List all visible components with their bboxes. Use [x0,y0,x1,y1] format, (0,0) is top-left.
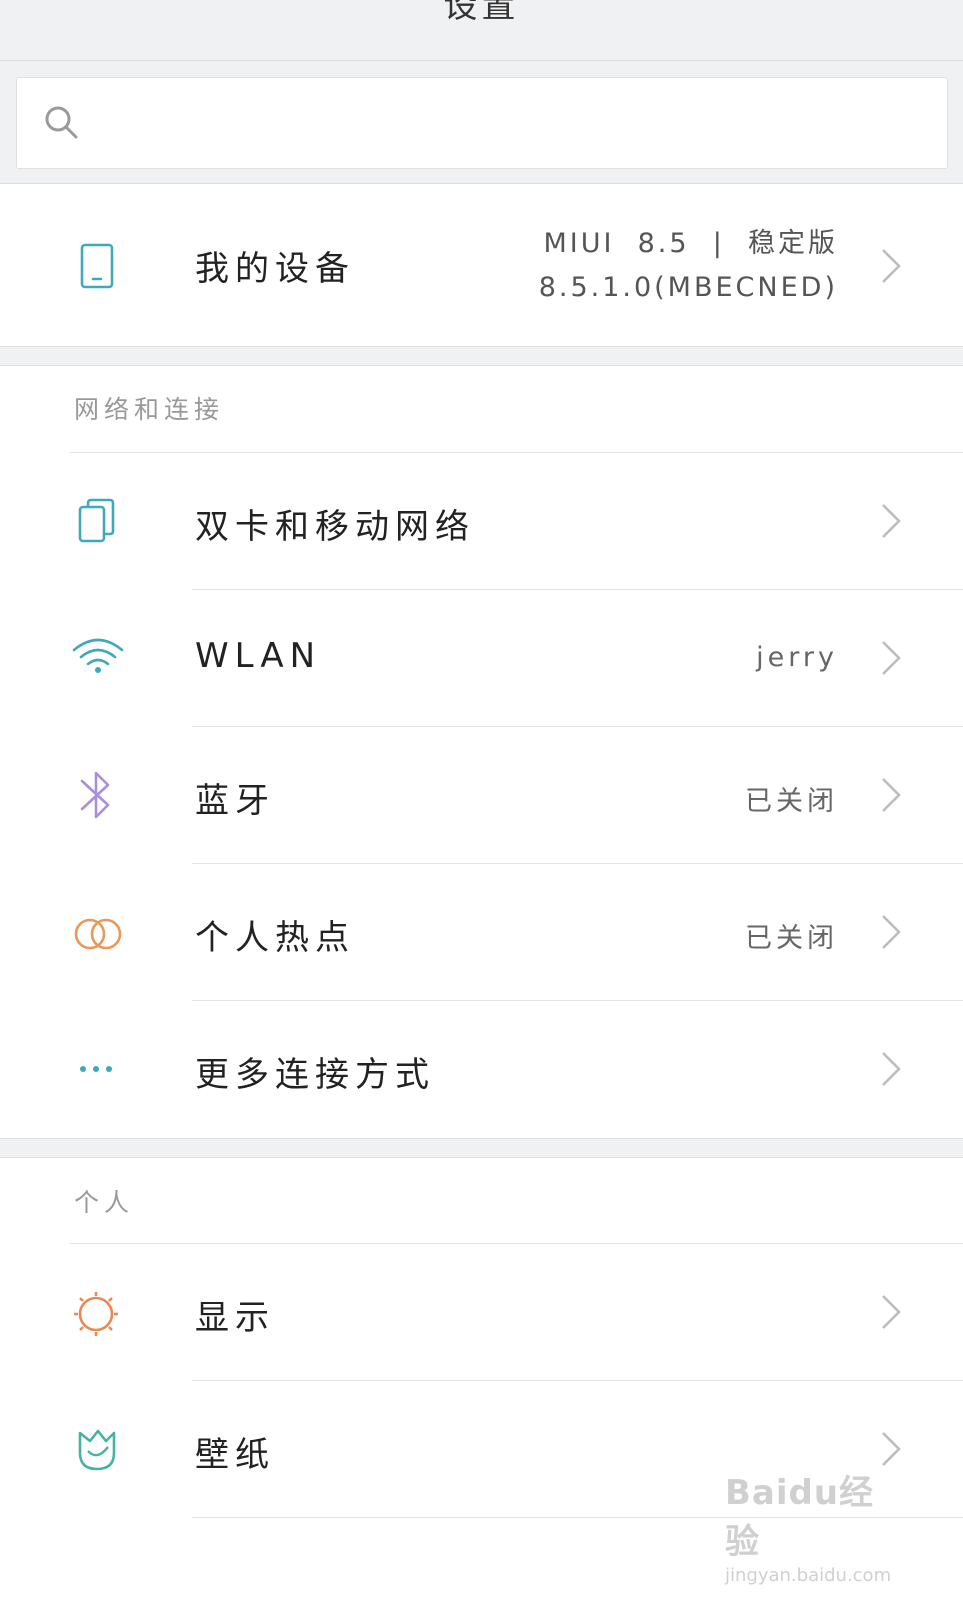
settings-row-display[interactable]: 显示 [0,1244,963,1381]
title-bar: 设置 [0,0,963,61]
my-device-row[interactable]: 我的设备 MIUI 8.5 | 稳定版 8.5.1.0(MBECNED) [0,184,963,346]
dual-sim-icon [78,498,115,543]
row-label: 显示 [195,1298,275,1338]
wifi-icon [72,638,124,673]
hotspot-icon [74,918,122,950]
row-label: 更多连接方式 [195,1055,435,1095]
row-label: WLAN [195,636,322,676]
settings-row-wlan[interactable]: WLAN jerry [0,590,963,727]
settings-row-dual-sim[interactable]: 双卡和移动网络 [0,453,963,590]
display-icon [74,1292,118,1336]
chevron-right-icon [882,504,901,538]
row-value: jerry [756,642,838,673]
row-value: 已关闭 [745,786,838,817]
device-version: MIUI 8.5 | 稳定版 8.5.1.0(MBECNED) [539,222,838,310]
divider [192,1517,963,1518]
row-label: 蓝牙 [195,781,275,821]
more-icon [80,1066,112,1072]
search-area [0,61,963,184]
bluetooth-icon [80,771,110,819]
section-gap [0,1138,963,1158]
section-header-personal: 个人 [74,1188,135,1217]
chevron-right-icon [882,1432,901,1466]
section-header-network: 网络和连接 [74,395,225,424]
chevron-right-icon [882,915,901,949]
wallpaper-icon [78,1429,116,1471]
row-label: 双卡和移动网络 [195,507,475,547]
device-version-line1: MIUI 8.5 | 稳定版 [543,228,838,259]
watermark-url: jingyan.baidu.com [725,1565,892,1586]
chevron-right-icon [882,778,901,812]
device-version-line2: 8.5.1.0(MBECNED) [538,272,838,303]
phone-icon [80,243,114,289]
row-label: 壁纸 [195,1435,275,1475]
section-gap [0,346,963,366]
chevron-right-icon [882,249,901,283]
settings-row-more-connections[interactable]: 更多连接方式 [0,1001,963,1138]
search-icon [45,106,78,139]
my-device-label: 我的设备 [195,249,355,289]
row-value: 已关闭 [745,923,838,954]
search-input[interactable] [107,98,911,150]
chevron-right-icon [882,1052,901,1086]
settings-row-wallpaper[interactable]: 壁纸 [0,1381,963,1518]
row-label: 个人热点 [195,918,355,958]
settings-row-hotspot[interactable]: 个人热点 已关闭 [0,864,963,1001]
page-title: 设置 [443,0,520,26]
settings-row-bluetooth[interactable]: 蓝牙 已关闭 [0,727,963,864]
chevron-right-icon [882,641,901,675]
chevron-right-icon [882,1295,901,1329]
search-box[interactable] [16,77,948,169]
